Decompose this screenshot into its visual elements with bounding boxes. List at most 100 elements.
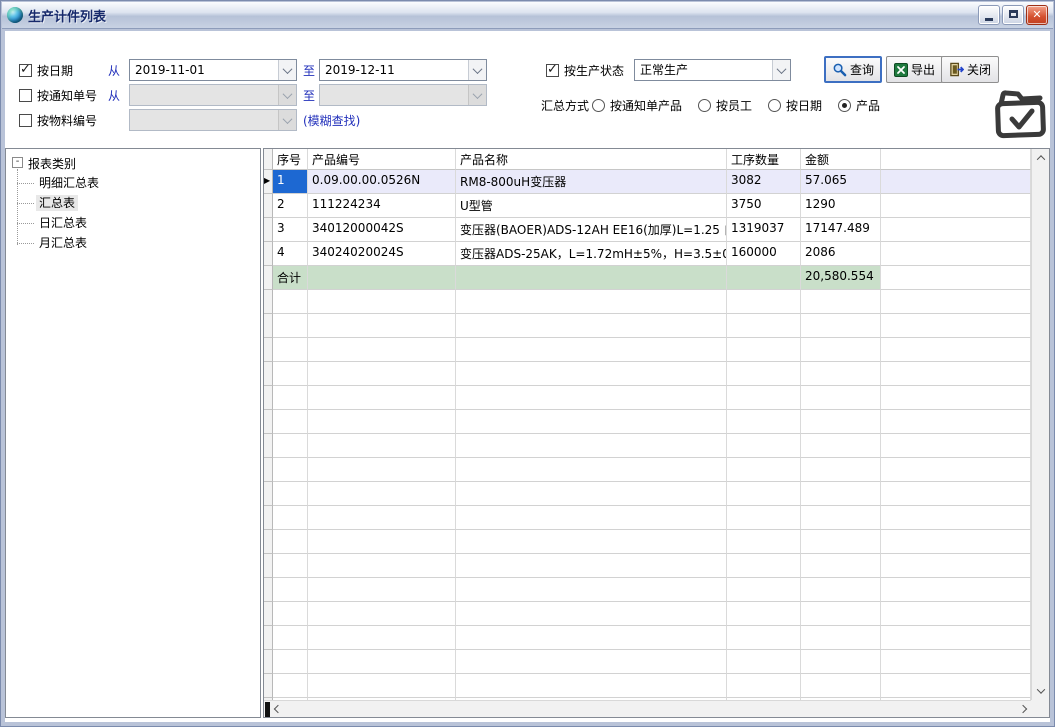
- by-notice-checkbox[interactable]: [19, 89, 32, 102]
- horizontal-scrollbar[interactable]: [264, 700, 1031, 717]
- table-cell[interactable]: 产品编号: [308, 149, 456, 170]
- table-cell[interactable]: [727, 434, 801, 458]
- table-cell[interactable]: [273, 290, 308, 314]
- table-cell[interactable]: [456, 602, 727, 626]
- table-cell[interactable]: [456, 386, 727, 410]
- table-cell[interactable]: [308, 434, 456, 458]
- table-cell[interactable]: 变压器(BAOER)ADS-12AH EE16(加厚)L=1.25 自动: [456, 218, 727, 242]
- table-cell[interactable]: [801, 314, 881, 338]
- table-cell[interactable]: [881, 170, 1031, 194]
- table-cell[interactable]: [308, 602, 456, 626]
- scroll-down-icon[interactable]: [1032, 683, 1049, 699]
- table-cell[interactable]: [456, 338, 727, 362]
- date-from-select[interactable]: 2019-11-01: [129, 59, 297, 81]
- table-cell[interactable]: [308, 362, 456, 386]
- table-cell[interactable]: [801, 338, 881, 362]
- table-cell[interactable]: [881, 290, 1031, 314]
- table-cell[interactable]: 3082: [727, 170, 801, 194]
- table-cell[interactable]: [456, 650, 727, 674]
- tree-item-2[interactable]: 日汇总表: [36, 213, 258, 233]
- status-select[interactable]: 正常生产: [634, 59, 791, 81]
- table-cell[interactable]: [727, 290, 801, 314]
- table-cell[interactable]: [727, 458, 801, 482]
- radio-summary-2[interactable]: [768, 99, 781, 112]
- table-cell[interactable]: [456, 290, 727, 314]
- table-cell[interactable]: U型管: [456, 194, 727, 218]
- table-cell[interactable]: [801, 554, 881, 578]
- table-cell[interactable]: 57.065: [801, 170, 881, 194]
- table-cell[interactable]: 金额: [801, 149, 881, 170]
- table-cell[interactable]: [881, 194, 1031, 218]
- table-cell[interactable]: [273, 458, 308, 482]
- table-cell[interactable]: 20,580.554: [801, 266, 881, 290]
- table-cell[interactable]: [308, 338, 456, 362]
- table-cell[interactable]: [881, 602, 1031, 626]
- table-cell[interactable]: [881, 218, 1031, 242]
- table-cell[interactable]: [801, 602, 881, 626]
- table-cell[interactable]: 1319037: [727, 218, 801, 242]
- table-cell[interactable]: 1290: [801, 194, 881, 218]
- table-cell[interactable]: [273, 434, 308, 458]
- table-cell[interactable]: [273, 602, 308, 626]
- table-cell[interactable]: 111224234: [308, 194, 456, 218]
- table-cell[interactable]: [308, 530, 456, 554]
- table-cell[interactable]: [456, 362, 727, 386]
- table-cell[interactable]: [273, 578, 308, 602]
- table-cell[interactable]: [308, 266, 456, 290]
- table-cell[interactable]: [801, 650, 881, 674]
- radio-summary-3[interactable]: [838, 99, 851, 112]
- table-cell[interactable]: [456, 506, 727, 530]
- folder-check-icon[interactable]: [991, 88, 1051, 146]
- table-cell[interactable]: [727, 578, 801, 602]
- table-cell[interactable]: [801, 458, 881, 482]
- table-cell[interactable]: [881, 362, 1031, 386]
- by-date-checkbox[interactable]: [19, 64, 32, 77]
- table-cell[interactable]: 160000: [727, 242, 801, 266]
- close-window-button[interactable]: ✕: [1026, 5, 1048, 25]
- chevron-down-icon[interactable]: [278, 60, 296, 80]
- table-cell[interactable]: [456, 314, 727, 338]
- table-cell[interactable]: [456, 578, 727, 602]
- table-cell[interactable]: [273, 386, 308, 410]
- table-cell[interactable]: [273, 314, 308, 338]
- table-cell[interactable]: [456, 410, 727, 434]
- table-cell[interactable]: [801, 290, 881, 314]
- table-cell[interactable]: [273, 362, 308, 386]
- table-cell[interactable]: [801, 482, 881, 506]
- table-cell[interactable]: [727, 530, 801, 554]
- table-cell[interactable]: [308, 410, 456, 434]
- table-cell[interactable]: [881, 266, 1031, 290]
- table-cell[interactable]: [308, 578, 456, 602]
- table-cell[interactable]: [801, 410, 881, 434]
- notice-to-select[interactable]: [319, 84, 487, 106]
- table-cell[interactable]: [308, 386, 456, 410]
- title-bar[interactable]: 生产计件列表 ✕: [2, 2, 1053, 29]
- table-cell[interactable]: [801, 530, 881, 554]
- table-cell[interactable]: [727, 482, 801, 506]
- table-cell[interactable]: [308, 458, 456, 482]
- tree-item-0[interactable]: 明细汇总表: [36, 173, 258, 193]
- scroll-right-icon[interactable]: [1015, 701, 1031, 717]
- close-button[interactable]: 关闭: [941, 56, 999, 83]
- table-cell[interactable]: [727, 674, 801, 698]
- tree-item-3[interactable]: 月汇总表: [36, 233, 258, 253]
- table-cell[interactable]: [881, 458, 1031, 482]
- table-row[interactable]: 334012000042S变压器(BAOER)ADS-12AH EE16(加厚)…: [264, 218, 1031, 242]
- table-cell[interactable]: 2: [273, 194, 308, 218]
- table-cell[interactable]: [881, 506, 1031, 530]
- table-cell[interactable]: [273, 530, 308, 554]
- table-cell[interactable]: [727, 602, 801, 626]
- table-cell[interactable]: [881, 482, 1031, 506]
- minimize-button[interactable]: [978, 5, 1000, 25]
- chevron-down-icon[interactable]: [772, 60, 790, 80]
- table-cell[interactable]: 17147.489: [801, 218, 881, 242]
- table-cell[interactable]: [881, 674, 1031, 698]
- table-cell[interactable]: [881, 434, 1031, 458]
- chevron-down-icon[interactable]: [468, 60, 486, 80]
- material-select[interactable]: [129, 109, 297, 131]
- table-cell[interactable]: [727, 506, 801, 530]
- query-button[interactable]: 查询: [824, 56, 882, 83]
- table-cell[interactable]: 3750: [727, 194, 801, 218]
- table-cell[interactable]: [273, 650, 308, 674]
- table-cell[interactable]: [273, 674, 308, 698]
